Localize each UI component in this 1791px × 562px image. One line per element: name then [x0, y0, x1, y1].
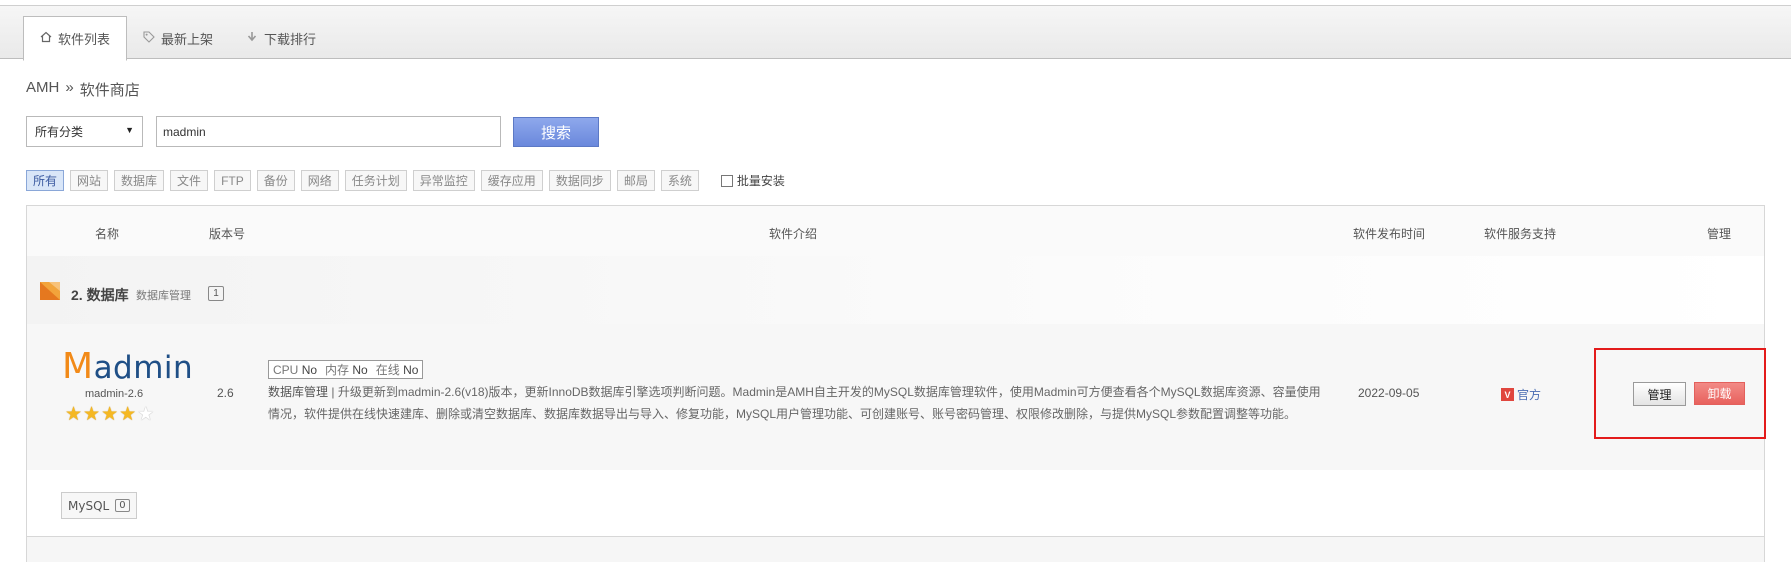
filter-all[interactable]: 所有	[26, 170, 65, 191]
support-label: 官方	[1517, 388, 1542, 402]
software-description: 数据库管理 | 升级更新到madmin-2.6(v18)版本，更新InnoDB数…	[268, 381, 1332, 425]
filter-system[interactable]: 系统	[660, 170, 699, 191]
resource-specs: CPU No 内存 No 在线 No	[268, 360, 424, 379]
software-name: madmin-2.6	[85, 388, 144, 400]
manage-button[interactable]: 管理	[1633, 382, 1686, 406]
next-category-row	[27, 537, 1764, 562]
filter-website[interactable]: 网站	[70, 170, 109, 191]
category-subtitle: 数据库管理	[136, 290, 191, 302]
filter-backup[interactable]: 备份	[256, 170, 295, 191]
chevron-down-icon: ▼	[125, 125, 134, 135]
home-icon	[40, 31, 52, 46]
col-date: 软件发布时间	[1353, 227, 1426, 241]
filter-ftp[interactable]: FTP	[214, 170, 251, 191]
filter-bar: 所有 网站 数据库 文件 FTP 备份 网络 任务计划 异常监控 缓存应用 数据…	[26, 170, 785, 191]
category-title: 2. 数据库	[71, 287, 129, 303]
breadcrumb-root[interactable]: AMH	[26, 79, 59, 100]
filter-task[interactable]: 任务计划	[344, 170, 407, 191]
rating-stars: ★★★★★	[65, 403, 155, 426]
breadcrumb-separator: »	[65, 79, 74, 96]
filter-mail[interactable]: 邮局	[616, 170, 655, 191]
tab-latest[interactable]: 最新上架	[127, 16, 229, 61]
breadcrumb: AMH » 软件商店	[26, 79, 140, 100]
col-version: 版本号	[209, 227, 246, 241]
madmin-logo: Madmin	[62, 346, 194, 387]
tab-label: 软件列表	[58, 32, 111, 47]
description-lead: 数据库管理	[268, 385, 329, 399]
official-support[interactable]: V 官方	[1501, 386, 1541, 403]
software-row: Madmin madmin-2.6 ★★★★★ 2.6 CPU No 内存 No…	[27, 324, 1766, 470]
star-icon: ★	[83, 404, 102, 425]
software-version: 2.6	[217, 386, 234, 400]
filter-database[interactable]: 数据库	[114, 170, 165, 191]
col-manage: 管理	[1707, 227, 1732, 241]
filter-cache[interactable]: 缓存应用	[480, 170, 543, 191]
tab-software-list[interactable]: 软件列表	[23, 16, 128, 61]
search-input[interactable]	[156, 116, 501, 147]
col-intro: 软件介绍	[769, 227, 818, 241]
tab-label: 最新上架	[161, 32, 214, 47]
arrow-down-icon	[246, 31, 258, 46]
category-select-value: 所有分类	[35, 125, 84, 139]
col-name: 名称	[95, 227, 120, 241]
star-icon: ★	[101, 404, 120, 425]
category-row: 2. 数据库 数据库管理 1	[27, 256, 1764, 324]
search-button[interactable]: 搜索	[513, 117, 599, 147]
tab-label: 下载排行	[264, 32, 317, 47]
filter-sync[interactable]: 数据同步	[548, 170, 611, 191]
filter-network[interactable]: 网络	[300, 170, 339, 191]
software-table: 名称 版本号 软件介绍 软件发布时间 软件服务支持 管理 2. 数据库 数据库管…	[26, 205, 1766, 562]
batch-install-label: 批量安装	[736, 174, 785, 188]
breadcrumb-current: 软件商店	[79, 82, 140, 99]
uninstall-button[interactable]: 卸载	[1694, 382, 1745, 405]
batch-install-checkbox[interactable]	[720, 174, 733, 187]
tab-download-rank[interactable]: 下载排行	[230, 16, 332, 61]
category-select[interactable]: 所有分类 ▼	[26, 116, 143, 147]
star-icon: ★	[119, 404, 138, 425]
tag-row: MySQL 0	[27, 470, 1764, 537]
tag-count: 0	[115, 499, 130, 512]
filter-file[interactable]: 文件	[170, 170, 209, 191]
category-flag-icon	[40, 282, 60, 300]
star-icon: ★	[65, 404, 84, 425]
table-header: 名称 版本号 软件介绍 软件发布时间 软件服务支持 管理	[27, 206, 1764, 256]
description-separator: |	[331, 385, 335, 399]
filter-monitor[interactable]: 异常监控	[412, 170, 475, 191]
star-empty-icon: ★	[137, 404, 156, 425]
col-support: 软件服务支持	[1484, 227, 1557, 241]
tag-label: MySQL	[68, 498, 110, 513]
description-text: 升级更新到madmin-2.6(v18)版本，更新InnoDB数据库引擎选项判断…	[268, 385, 1321, 421]
release-date: 2022-09-05	[1358, 386, 1420, 400]
verified-badge-icon: V	[1501, 388, 1514, 401]
batch-install-toggle[interactable]: 批量安装	[720, 172, 785, 189]
category-count: 1	[208, 286, 224, 301]
tag-icon	[143, 31, 155, 46]
tag-mysql[interactable]: MySQL 0	[61, 492, 137, 519]
tab-bar: 软件列表 最新上架 下载排行	[0, 5, 1791, 61]
